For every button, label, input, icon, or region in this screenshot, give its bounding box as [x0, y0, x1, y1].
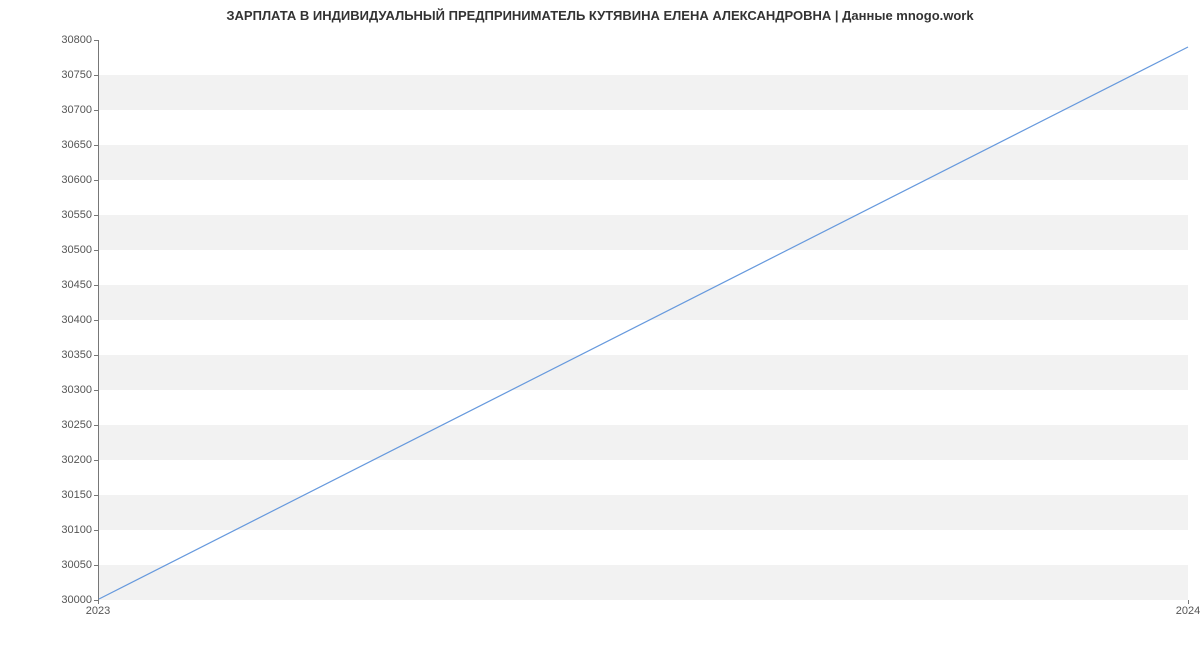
y-tick-label: 30550 [42, 209, 92, 221]
x-tick-label: 2024 [1176, 605, 1200, 617]
chart-title: ЗАРПЛАТА В ИНДИВИДУАЛЬНЫЙ ПРЕДПРИНИМАТЕЛ… [0, 0, 1200, 27]
y-tick-label: 30000 [42, 594, 92, 606]
y-tick-label: 30100 [42, 524, 92, 536]
y-tick-label: 30050 [42, 559, 92, 571]
y-tick-label: 30700 [42, 104, 92, 116]
y-tick-label: 30650 [42, 139, 92, 151]
x-tick-mark [98, 600, 99, 604]
y-tick-label: 30200 [42, 454, 92, 466]
line-series [99, 40, 1188, 599]
x-tick-label: 2023 [86, 605, 110, 617]
y-tick-label: 30450 [42, 279, 92, 291]
y-tick-label: 30500 [42, 244, 92, 256]
y-tick-label: 30800 [42, 34, 92, 46]
y-tick-label: 30250 [42, 419, 92, 431]
salary-chart: ЗАРПЛАТА В ИНДИВИДУАЛЬНЫЙ ПРЕДПРИНИМАТЕЛ… [0, 0, 1200, 650]
y-tick-label: 30350 [42, 349, 92, 361]
y-tick-label: 30750 [42, 69, 92, 81]
y-tick-label: 30300 [42, 384, 92, 396]
y-tick-label: 30150 [42, 489, 92, 501]
x-tick-mark [1188, 600, 1189, 604]
plot-area [98, 40, 1188, 600]
y-tick-label: 30600 [42, 174, 92, 186]
y-tick-label: 30400 [42, 314, 92, 326]
